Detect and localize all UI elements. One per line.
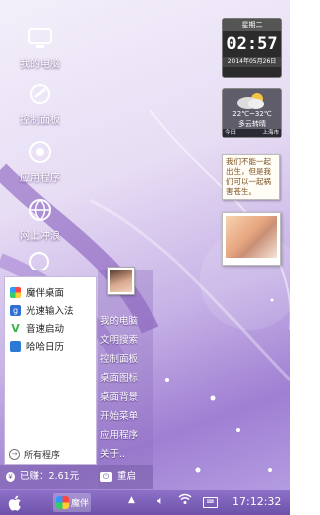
- wifi-icon[interactable]: [178, 493, 192, 505]
- taskbar: 魔伴 ▲ 🔈︎ ⌨ 17:12:32: [0, 490, 290, 515]
- volume-icon[interactable]: 🔈︎: [157, 494, 164, 508]
- start-link-search[interactable]: 文明搜索: [100, 332, 138, 346]
- restart-button[interactable]: ⏻ 重启: [100, 465, 136, 489]
- coin-icon: ¥: [6, 472, 15, 482]
- clock-time: 02:57: [226, 34, 278, 54]
- desktop-partial-icon: [29, 252, 49, 272]
- weather-desc: 多云转晴: [238, 120, 266, 128]
- weather-today: 今日: [225, 130, 237, 136]
- pinned-item-label: 哈哈日历: [26, 342, 65, 353]
- arrow-right-icon: →: [9, 449, 20, 460]
- desktop-icon-label: 网上冲浪: [20, 231, 60, 242]
- keyboard-icon[interactable]: ⌨: [203, 497, 218, 508]
- all-programs-button[interactable]: → 所有程序: [9, 448, 60, 461]
- avatar-image: [110, 270, 132, 292]
- clock-day: 星期二: [223, 19, 281, 31]
- taskbar-app-moban[interactable]: 魔伴: [53, 493, 91, 512]
- browser-icon: [29, 199, 51, 222]
- earned-label: 已赚：2.61元: [20, 471, 80, 482]
- desktop-icon-label: 应用程序: [20, 173, 60, 184]
- desktop-icon-browser[interactable]: 网上冲浪: [5, 196, 75, 242]
- pinned-item-label: 音速启动: [26, 324, 65, 335]
- desktop-icon-label: 控制面板: [20, 115, 60, 126]
- desktop-icon-label: 我的电脑: [20, 59, 60, 70]
- calendar-icon: [10, 340, 21, 352]
- note-widget[interactable]: 我们不能一起出生，但是我们可以一起祸害苍生。: [222, 154, 280, 200]
- taskbar-app-label: 魔伴: [71, 499, 90, 509]
- computer-icon: [28, 28, 52, 48]
- cloud-sun-icon: [237, 93, 264, 109]
- control-panel-icon: [30, 84, 50, 104]
- clock-widget[interactable]: 星期二 02:57 2014年05月26日: [222, 18, 282, 78]
- input-method-icon: g: [10, 304, 21, 316]
- pinned-item[interactable]: 哈哈日历: [10, 339, 64, 353]
- pinned-item[interactable]: V 音速启动: [10, 321, 65, 336]
- start-menu-pinned-panel: 魔伴桌面 g 光速输入法 V 音速启动 哈哈日历 → 所有程序: [4, 276, 97, 465]
- start-link-desktop-icons[interactable]: 桌面图标: [100, 370, 138, 384]
- taskbar-clock[interactable]: 17:12:32: [232, 495, 281, 508]
- pinned-item[interactable]: 魔伴桌面: [10, 285, 64, 299]
- user-avatar[interactable]: [107, 267, 135, 295]
- pinned-item-label: 魔伴桌面: [26, 288, 65, 299]
- tray-expand-icon[interactable]: ▲: [128, 495, 135, 505]
- start-link-desktop-background[interactable]: 桌面背景: [100, 389, 138, 403]
- weather-temp: 22℃~32℃: [232, 110, 272, 118]
- start-link-control-panel[interactable]: 控制面板: [100, 351, 138, 365]
- start-link-start-menu[interactable]: 开始菜单: [100, 408, 138, 422]
- earned-display[interactable]: ¥ 已赚：2.61元: [6, 465, 79, 489]
- power-icon: ⏻: [100, 472, 112, 482]
- weather-widget[interactable]: 22℃~32℃ 多云转晴 今日 上海市: [222, 88, 282, 138]
- clock-date: 2014年05月26日: [223, 57, 281, 67]
- mobanwidget-icon: [10, 286, 21, 298]
- all-programs-label: 所有程序: [24, 451, 61, 461]
- start-link-apps[interactable]: 应用程序: [100, 427, 138, 441]
- pinned-item-label: 光速输入法: [26, 306, 74, 317]
- apps-icon: [29, 141, 51, 163]
- desktop-icon-control-panel[interactable]: 控制面板: [5, 80, 75, 126]
- photo-widget[interactable]: [222, 212, 281, 266]
- desktop-icon-apps[interactable]: 应用程序: [5, 138, 75, 184]
- desktop-icon-partial[interactable]: [26, 250, 52, 272]
- restart-label: 重启: [117, 471, 137, 482]
- start-menu-footer: ¥ 已赚：2.61元 ⏻ 重启: [0, 465, 153, 489]
- launcher-icon: V: [11, 321, 20, 335]
- start-link-about[interactable]: 关于..: [100, 446, 125, 460]
- desktop-icon-computer[interactable]: 我的电脑: [5, 24, 75, 70]
- weather-city: 上海市: [262, 130, 279, 136]
- start-menu: 魔伴桌面 g 光速输入法 V 音速启动 哈哈日历 → 所有程序 我的电脑 文明搜…: [0, 270, 153, 489]
- pinned-item[interactable]: g 光速输入法: [10, 303, 74, 317]
- weather-footer: 今日 上海市: [223, 129, 281, 137]
- photo-image: [226, 216, 277, 258]
- apple-start-icon[interactable]: [8, 495, 24, 511]
- start-link-my-computer[interactable]: 我的电脑: [100, 313, 138, 327]
- moban-app-icon: [56, 496, 69, 509]
